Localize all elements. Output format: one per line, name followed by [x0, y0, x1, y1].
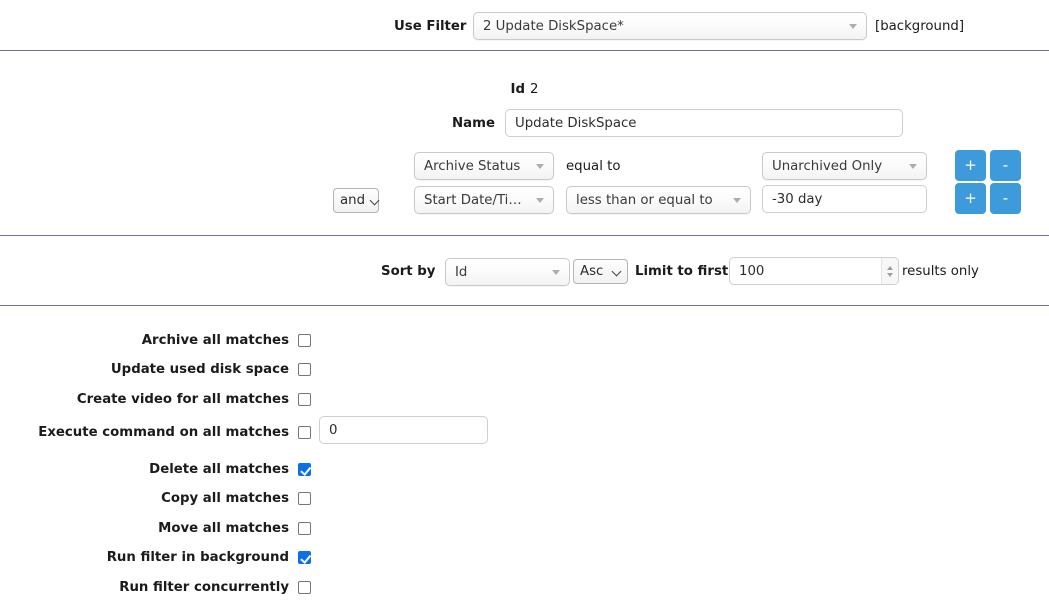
use-filter-select[interactable]: 2 Update DiskSpace* — [473, 12, 867, 40]
limit-label: Limit to first — [635, 264, 729, 279]
chevron-down-icon — [536, 197, 544, 203]
results-suffix-label: results only — [902, 264, 979, 279]
chevron-down-icon — [371, 196, 380, 205]
action-checkbox-archive-all-matches[interactable] — [298, 333, 311, 347]
action-label: Copy all matches — [161, 490, 289, 506]
action-row-run-filter-concurrently[interactable]: Run filter concurrently — [0, 578, 311, 596]
action-label: Execute command on all matches — [38, 424, 289, 440]
sort-by-label: Sort by — [381, 264, 436, 279]
condition-field-value-1: Archive Status — [424, 158, 521, 174]
action-label: Update used disk space — [110, 361, 289, 377]
action-checkbox-execute-command-on-all-matches[interactable] — [298, 425, 311, 439]
condition-operator-text-1: equal to — [566, 159, 621, 174]
action-row-copy-all-matches[interactable]: Copy all matches — [0, 489, 311, 507]
action-row-execute-command-on-all-matches[interactable]: Execute command on all matches — [0, 423, 311, 441]
action-row-run-filter-in-background[interactable]: Run filter in background — [0, 548, 311, 566]
action-row-archive-all-matches[interactable]: Archive all matches — [0, 331, 311, 349]
condition-field-value-2: Start Date/Time — [424, 192, 528, 208]
name-label: Name — [452, 116, 495, 131]
divider-sort — [0, 305, 1049, 306]
use-filter-select-value: 2 Update DiskSpace* — [483, 18, 624, 34]
action-row-create-video-for-all-matches[interactable]: Create video for all matches — [0, 390, 311, 408]
action-row-delete-all-matches[interactable]: Delete all matches — [0, 460, 311, 478]
stepper-up-icon — [887, 265, 893, 270]
use-filter-label: Use Filter — [394, 19, 467, 34]
remove-condition-button-1[interactable]: - — [990, 150, 1021, 181]
add-condition-button-2[interactable]: + — [955, 183, 986, 214]
condition-field-select-1[interactable]: Archive Status — [414, 152, 554, 180]
action-checkbox-run-filter-concurrently[interactable] — [298, 580, 311, 594]
action-row-update-used-disk-space[interactable]: Update used disk space — [0, 360, 311, 378]
chevron-down-icon — [536, 163, 544, 169]
sort-direction-select[interactable]: Asc — [573, 259, 628, 284]
limit-input[interactable]: 100 — [729, 257, 899, 285]
condition-value-input-2[interactable] — [762, 185, 927, 213]
action-label: Move all matches — [158, 520, 289, 536]
action-checkbox-create-video-for-all-matches[interactable] — [298, 392, 311, 406]
divider-top — [0, 50, 1049, 51]
condition-value-1: Unarchived Only — [772, 158, 883, 174]
action-checkbox-update-used-disk-space[interactable] — [298, 362, 311, 376]
condition-conjunction-select-2[interactable]: and — [333, 188, 379, 213]
id-value: 2 — [530, 82, 539, 97]
action-label: Run filter in background — [106, 549, 289, 565]
sort-field-value: Id — [455, 264, 468, 280]
limit-stepper[interactable] — [881, 258, 898, 284]
divider-conditions — [0, 235, 1049, 236]
condition-operator-select-2[interactable]: less than or equal to — [566, 186, 751, 214]
remove-condition-button-2[interactable]: - — [990, 183, 1021, 214]
chevron-down-icon — [909, 163, 917, 169]
action-row-move-all-matches[interactable]: Move all matches — [0, 519, 311, 537]
action-checkbox-run-filter-in-background[interactable] — [298, 550, 311, 564]
condition-operator-value-2: less than or equal to — [576, 192, 713, 208]
id-row: Id 2 — [0, 82, 1049, 97]
action-label: Create video for all matches — [76, 391, 289, 407]
action-label: Archive all matches — [141, 332, 289, 348]
action-checkbox-move-all-matches[interactable] — [298, 521, 311, 535]
chevron-down-icon — [849, 23, 857, 29]
filter-editor-page: Use Filter 2 Update DiskSpace* [backgrou… — [0, 0, 1049, 604]
action-label: Delete all matches — [149, 461, 289, 477]
condition-field-select-2[interactable]: Start Date/Time — [414, 186, 554, 214]
chevron-down-icon — [613, 267, 622, 276]
id-label: Id — [510, 82, 525, 97]
background-tag: [background] — [875, 19, 965, 34]
stepper-down-icon — [887, 272, 893, 277]
action-checkbox-delete-all-matches[interactable] — [298, 462, 311, 476]
action-checkbox-copy-all-matches[interactable] — [298, 491, 311, 505]
action-label: Run filter concurrently — [119, 579, 289, 595]
name-input[interactable] — [505, 109, 903, 137]
chevron-down-icon — [552, 269, 560, 275]
execute-command-input[interactable] — [319, 416, 488, 444]
add-condition-button-1[interactable]: + — [955, 150, 986, 181]
condition-conjunction-value-2: and — [340, 193, 366, 208]
sort-field-select[interactable]: Id — [445, 258, 570, 286]
sort-direction-value: Asc — [580, 264, 604, 279]
condition-value-select-1[interactable]: Unarchived Only — [762, 152, 927, 180]
chevron-down-icon — [733, 197, 741, 203]
limit-value: 100 — [739, 263, 765, 279]
